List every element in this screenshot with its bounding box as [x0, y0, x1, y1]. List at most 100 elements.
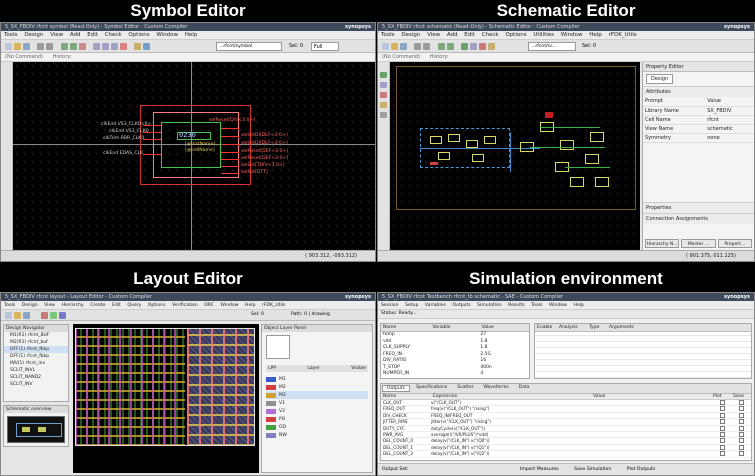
open-icon[interactable]	[391, 43, 398, 50]
wire-tool-icon[interactable]	[380, 72, 387, 78]
plot-checkbox[interactable]	[720, 400, 725, 405]
menu-rfdk-utils[interactable]: rFDK_Utils	[262, 303, 286, 308]
undo-icon[interactable]	[37, 43, 44, 50]
note-tool-icon[interactable]	[380, 112, 387, 118]
property-icon[interactable]	[143, 43, 150, 50]
nav-row[interactable]: SCLIT_NAND2	[4, 374, 68, 381]
layer-row[interactable]: V1	[266, 399, 368, 407]
path-icon[interactable]	[50, 312, 57, 319]
menu-edit[interactable]: Edit	[464, 32, 475, 38]
menu-query[interactable]: Query	[127, 303, 141, 308]
menu-tools[interactable]: Tools	[381, 32, 395, 38]
new-icon[interactable]	[5, 43, 12, 50]
circuit-block[interactable]	[484, 136, 496, 144]
menu-tools[interactable]: Tools	[4, 32, 18, 38]
menu-rfdk-utils[interactable]: rFDK_Utils	[609, 32, 637, 38]
save-checkbox[interactable]	[739, 425, 744, 431]
cell-path-field[interactable]: ...rfcnt/sc...	[528, 42, 576, 51]
menu-create[interactable]: Create	[90, 303, 105, 308]
property-tab[interactable]: Propert...	[717, 239, 752, 248]
value-cell[interactable]: none	[705, 133, 754, 143]
menu-hierarchy[interactable]: Hierarchy	[62, 303, 84, 308]
circuit-block[interactable]	[466, 140, 478, 148]
output-expression[interactable]: dutyCycle(v("/CLK_OUT"))	[431, 426, 591, 431]
tab-specifications[interactable]: Specifications	[412, 385, 451, 392]
pin-icon[interactable]	[479, 43, 486, 50]
menu-simulation[interactable]: Simulation	[477, 303, 501, 308]
menu-view[interactable]: View	[50, 32, 63, 38]
save-checkbox[interactable]	[739, 451, 744, 457]
menu-setup[interactable]: Setup	[405, 303, 418, 308]
connection-section[interactable]: Connection Assignments	[643, 213, 754, 224]
label-tool-icon[interactable]	[380, 102, 387, 108]
plot-checkbox[interactable]	[720, 451, 725, 457]
table-row[interactable]: Symmetry none	[643, 133, 754, 143]
output-expression[interactable]: freq(v("/CLK_OUT") "rising")	[431, 406, 591, 411]
output-expression[interactable]: jitter(v("/CLK_OUT") "rising")	[431, 419, 591, 424]
layer-row[interactable]: PO	[266, 415, 368, 423]
table-row[interactable]: Library Name SX_FBDIV	[643, 106, 754, 116]
layer-row[interactable]: M3	[266, 391, 368, 399]
menu-session[interactable]: Session	[381, 303, 399, 308]
copy-icon[interactable]	[102, 43, 109, 50]
menu-help[interactable]: Help	[185, 32, 198, 38]
plot-checkbox[interactable]	[720, 406, 725, 412]
menu-results[interactable]: Results	[508, 303, 525, 308]
cell-path-field[interactable]: ...rfcnt/symbol	[216, 42, 282, 51]
menu-add[interactable]: Add	[70, 32, 81, 38]
menu-edit[interactable]: Edit	[87, 32, 98, 38]
via-icon[interactable]	[59, 312, 66, 319]
move-icon[interactable]	[111, 43, 118, 50]
save-icon[interactable]	[23, 43, 30, 50]
layer-row[interactable]: M2	[266, 383, 368, 391]
rectangle-icon[interactable]	[41, 312, 48, 319]
save-checkbox[interactable]	[739, 438, 744, 444]
layout-canvas[interactable]	[73, 324, 259, 473]
open-icon[interactable]	[14, 312, 21, 319]
output-expression[interactable]: average(i("/V0/PLUS")*vdd)	[431, 432, 591, 437]
import-measures-button[interactable]: Import Measures	[520, 467, 559, 472]
menu-view[interactable]: View	[427, 32, 440, 38]
variable-row[interactable]: NUMPER_IN 4	[381, 371, 529, 378]
menu-window[interactable]: Window	[220, 303, 238, 308]
circuit-block[interactable]	[590, 132, 604, 142]
plot-checkbox[interactable]	[720, 444, 725, 450]
save-checkbox[interactable]	[739, 412, 744, 418]
circuit-block[interactable]	[430, 136, 442, 144]
stretch-icon[interactable]	[93, 43, 100, 50]
undo-icon[interactable]	[414, 43, 421, 50]
tab-scatter[interactable]: Scatter	[453, 385, 477, 392]
table-row[interactable]: View Name schematic	[643, 124, 754, 134]
wire-icon[interactable]	[461, 43, 468, 50]
save-checkbox[interactable]	[739, 444, 744, 450]
circuit-block[interactable]	[448, 134, 460, 142]
probe-icon[interactable]	[134, 43, 141, 50]
plot-outputs-button[interactable]: Plot Outputs	[627, 467, 655, 472]
menu-tools[interactable]: Tools	[531, 303, 542, 308]
label-icon[interactable]	[488, 43, 495, 50]
nav-row[interactable]: DFF(1) rfcnt_fbkp	[4, 353, 68, 360]
pin-tool-icon[interactable]	[380, 92, 387, 98]
output-row[interactable]: DEL_COUNT_2 delay(v("/CLK_IN") v("/Q2"))	[381, 451, 751, 458]
save-checkbox[interactable]	[739, 406, 744, 412]
schematic-canvas[interactable]	[390, 62, 640, 250]
table-row[interactable]: Cell Name rfcnt	[643, 115, 754, 125]
hierarchy-tab[interactable]: Hierarchy N...	[645, 239, 680, 248]
output-expression[interactable]: delay(v("/CLK_IN") v("/Q1"))	[431, 445, 591, 450]
menu-drc[interactable]: DRC	[204, 303, 214, 308]
zoom-in-icon[interactable]	[61, 43, 68, 50]
menu-design[interactable]: Design	[401, 32, 420, 38]
tab-data[interactable]: Data	[515, 385, 534, 392]
tab-design[interactable]: Design	[646, 74, 674, 84]
menu-options[interactable]: Options	[505, 32, 526, 38]
layer-row[interactable]: OD	[266, 423, 368, 431]
menu-outputs[interactable]: Outputs	[452, 303, 470, 308]
circuit-block[interactable]	[560, 140, 574, 150]
value-cell[interactable]: SX_FBDIV	[705, 106, 754, 116]
circuit-block[interactable]	[595, 177, 609, 187]
menu-help[interactable]: Help	[574, 303, 584, 308]
save-icon[interactable]	[23, 312, 30, 319]
nav-row[interactable]: M2(R1) rfcnt_buf	[4, 339, 68, 346]
tab-outputs[interactable]: Outputs	[382, 385, 410, 392]
circuit-block[interactable]	[438, 152, 450, 160]
